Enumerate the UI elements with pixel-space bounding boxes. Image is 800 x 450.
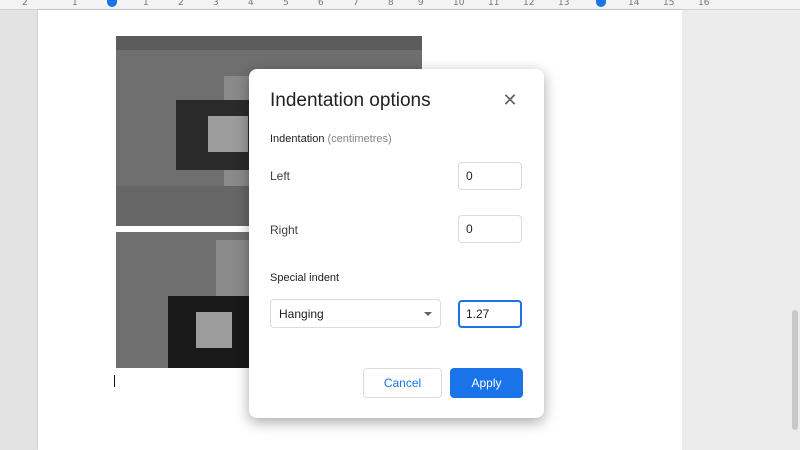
left-indent-input[interactable] — [458, 162, 522, 190]
indentation-label: Indentation — [270, 133, 325, 145]
indentation-section-label: Indentation (centimetres) — [270, 133, 392, 145]
indentation-unit: (centimetres) — [327, 133, 392, 145]
close-icon[interactable]: ✕ — [501, 91, 519, 109]
chevron-down-icon — [424, 312, 432, 316]
special-indent-input[interactable] — [458, 300, 522, 328]
special-indent-selected: Hanging — [279, 307, 324, 321]
left-indent-label: Left — [270, 169, 291, 183]
cancel-button[interactable]: Cancel — [363, 368, 442, 398]
right-indent-label: Right — [270, 223, 299, 237]
right-indent-input[interactable] — [458, 215, 522, 243]
dialog-title: Indentation options — [270, 90, 431, 111]
indentation-options-dialog: Indentation options ✕ Indentation (centi… — [249, 69, 544, 418]
special-indent-dropdown[interactable]: Hanging — [270, 299, 441, 328]
apply-button[interactable]: Apply — [450, 368, 523, 398]
special-indent-label: Special indent — [270, 272, 340, 284]
